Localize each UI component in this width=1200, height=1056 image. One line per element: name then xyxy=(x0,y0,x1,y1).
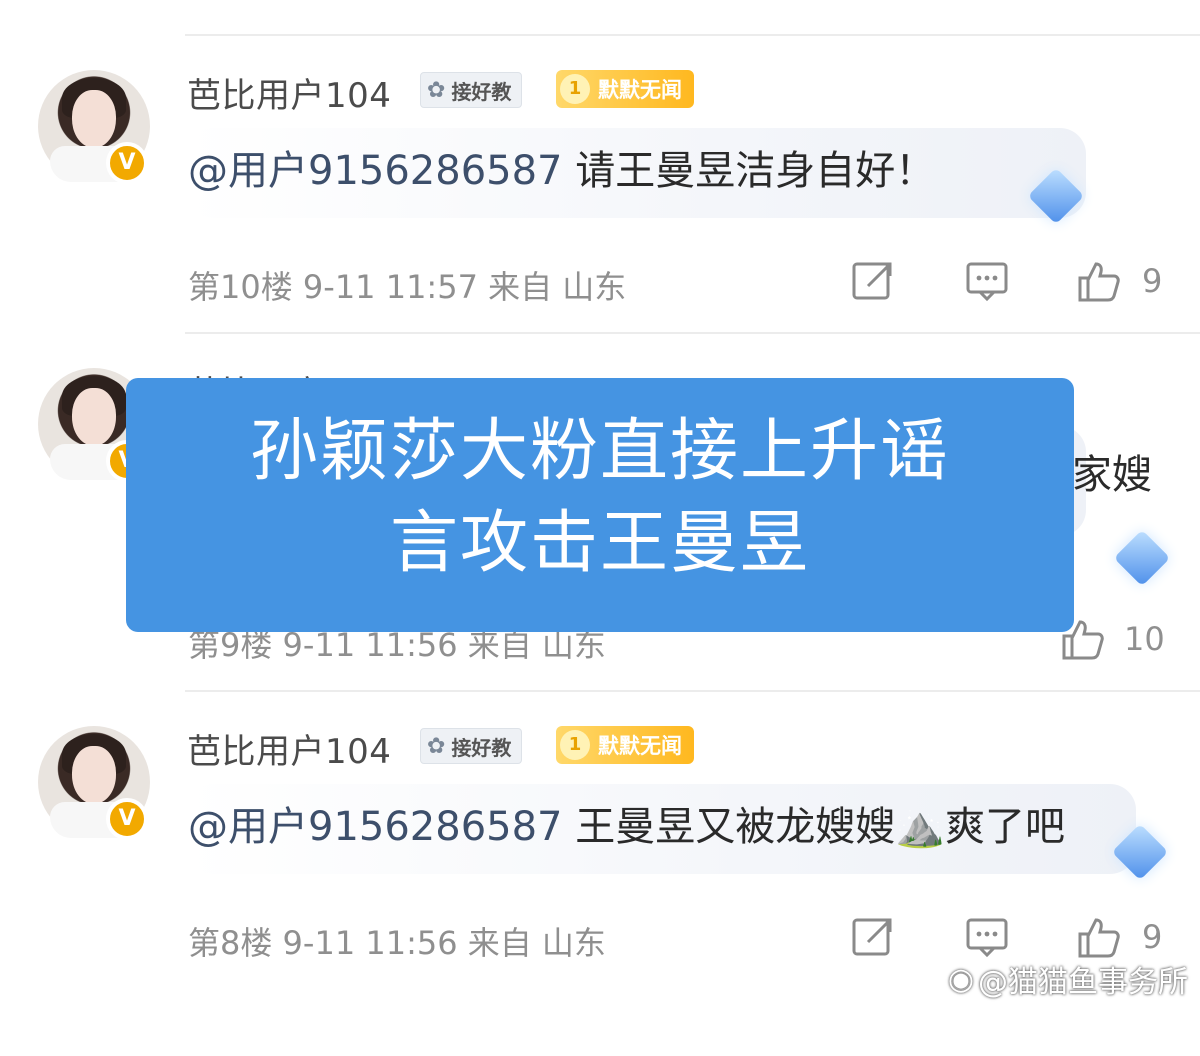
comment-text: @用户9156286587 王曼昱又被龙嫂嫂⛰️爽了吧 xyxy=(188,804,1066,850)
rank-level: 1 xyxy=(560,74,590,104)
comment-item: V 芭比用户104 ✿ 接好教 1 默默无闻 @用户9156286587 王曼昱… xyxy=(0,726,1200,1056)
username[interactable]: 芭比用户104 xyxy=(187,724,391,773)
comment-item: V 芭比用户104 ✿ 接好教 1 默默无闻 @用户9156286587 请王曼… xyxy=(0,70,1200,400)
mention-link[interactable]: @用户9156286587 xyxy=(188,148,563,194)
divider xyxy=(185,690,1200,692)
lotus-icon: ✿ xyxy=(427,77,446,103)
mention-link[interactable]: @用户9156286587 xyxy=(188,804,563,850)
like-count: 10 xyxy=(1124,620,1165,658)
divider xyxy=(185,332,1200,334)
verified-badge-icon: V xyxy=(106,142,148,184)
comment-meta: 第10楼 9-11 11:57 来自 山东 xyxy=(188,268,627,306)
username[interactable]: 芭比用户104 xyxy=(187,68,391,117)
comment-icon[interactable] xyxy=(964,914,1010,960)
top-divider xyxy=(185,34,1200,36)
rank-badge[interactable]: 1 默默无闻 xyxy=(556,726,694,764)
like-count: 9 xyxy=(1142,918,1163,956)
comment-icon[interactable] xyxy=(964,258,1010,304)
watermark: ◉ @猫猫鱼事务所 xyxy=(947,961,1188,1001)
thumbs-up-icon[interactable] xyxy=(1076,914,1122,960)
comment-text: @用户9156286587 请王曼昱洁身自好！ xyxy=(188,148,936,194)
share-icon[interactable] xyxy=(850,914,896,960)
comment-text: 家嫂 xyxy=(1072,452,1152,498)
caption-overlay: 孙颖莎大粉直接上升谣 言攻击王曼昱 xyxy=(126,378,1074,632)
rank-badge[interactable]: 1 默默无闻 xyxy=(556,70,694,108)
verified-badge-icon: V xyxy=(106,798,148,840)
caption-line-1: 孙颖莎大粉直接上升谣 xyxy=(249,412,950,491)
weibo-logo-icon: ◉ xyxy=(947,961,974,997)
teach-badge[interactable]: ✿ 接好教 xyxy=(420,728,523,764)
thumbs-up-icon[interactable] xyxy=(1076,258,1122,304)
caption-line-2: 言攻击王曼昱 xyxy=(389,504,810,583)
like-count: 9 xyxy=(1142,262,1163,300)
rank-label: 默默无闻 xyxy=(598,78,682,102)
rank-level: 1 xyxy=(560,730,590,760)
comment-meta: 第8楼 9-11 11:56 来自 山东 xyxy=(188,924,606,962)
lotus-icon: ✿ xyxy=(427,733,446,759)
diamond-icon xyxy=(1113,529,1171,587)
rank-label: 默默无闻 xyxy=(598,734,682,758)
share-icon[interactable] xyxy=(850,258,896,304)
teach-badge[interactable]: ✿ 接好教 xyxy=(420,72,523,108)
